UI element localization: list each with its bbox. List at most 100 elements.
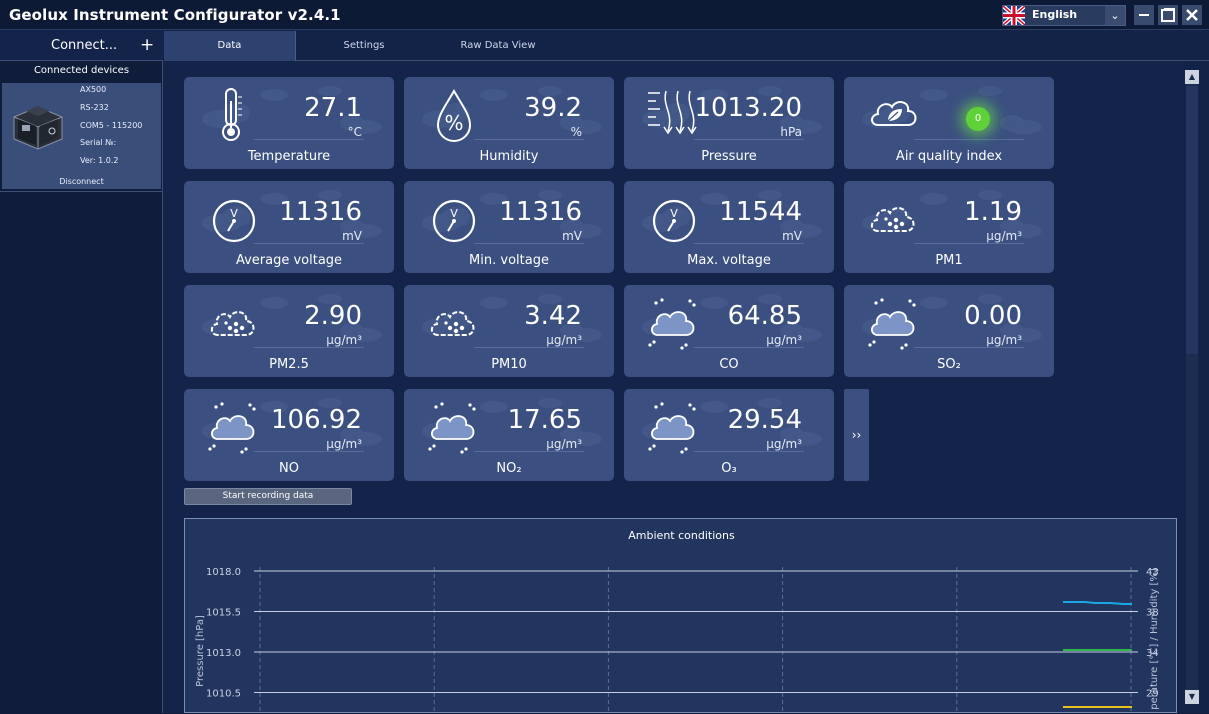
tile-label: NO₂	[496, 461, 522, 476]
gas-cloud-icon	[206, 399, 262, 455]
tile-unit: hPa	[780, 125, 802, 139]
voltmeter-icon: V	[426, 191, 482, 247]
maximize-icon	[1161, 8, 1175, 22]
tile-so2: 0.00 μg/m³ SO₂	[844, 285, 1054, 377]
aqi-indicator: 0	[966, 107, 990, 131]
gas-cloud-icon	[866, 295, 922, 351]
minimize-icon	[1139, 14, 1149, 16]
tile-unit: μg/m³	[326, 437, 362, 451]
tile-value: 27.1	[304, 93, 362, 123]
tile-divider	[474, 139, 584, 140]
y2-axis-label: perature [°C] / Humidity [%]	[1149, 568, 1160, 710]
tile-unit: mV	[562, 229, 582, 243]
tile-unit: °C	[347, 125, 362, 139]
tab-raw-data-view[interactable]: Raw Data View	[446, 31, 550, 61]
tile-value: 39.2	[524, 93, 582, 123]
data-panel: 27.1 °C Temperature % 39.2% Humidity 1013.20…	[164, 62, 1184, 714]
tile-divider	[914, 139, 1024, 140]
device-port: COM5 - 115200	[80, 121, 143, 130]
tile-value: 2.90	[304, 301, 362, 331]
tile-unit: μg/m³	[986, 333, 1022, 347]
tile-label: PM10	[491, 357, 527, 372]
particle-cloud-icon	[866, 191, 922, 247]
tile-average-voltage: V 11316 mV Average voltage	[184, 181, 394, 273]
voltmeter-icon: V	[206, 191, 262, 247]
tab-data[interactable]: Data	[164, 31, 296, 61]
sidebar-divider	[0, 191, 163, 192]
minimize-button[interactable]	[1134, 5, 1154, 25]
vertical-scrollbar[interactable]: ▲ ▼	[1185, 68, 1199, 706]
tile-label: NO	[279, 461, 299, 476]
scroll-up-icon[interactable]: ▲	[1185, 70, 1199, 84]
device-model: AX500	[80, 85, 107, 94]
tile-value: 11544	[719, 197, 802, 227]
tile-label: Air quality index	[895, 149, 1003, 164]
tile-value: 17.65	[507, 405, 582, 435]
device-card[interactable]: AX500 RS-232 COM5 - 115200 Serial №: Ver…	[2, 83, 161, 189]
tile-divider	[254, 243, 364, 244]
tile-unit: mV	[782, 229, 802, 243]
voltmeter-icon: V	[646, 191, 702, 247]
tile-divider	[474, 243, 584, 244]
tile-pm2-5: 2.90 μg/m³ PM2.5	[184, 285, 394, 377]
connect-button[interactable]: Connect... +	[0, 31, 163, 61]
tile-divider	[694, 139, 804, 140]
tile-divider	[694, 451, 804, 452]
gas-cloud-icon	[646, 399, 702, 455]
tile-unit: μg/m³	[546, 333, 582, 347]
tile-divider	[694, 347, 804, 348]
tile-unit: μg/m³	[986, 229, 1022, 243]
tile-divider	[694, 243, 804, 244]
tile-pm10: 3.42 μg/m³ PM10	[404, 285, 614, 377]
scrollbar-thumb[interactable]	[1186, 86, 1198, 354]
more-tiles-button[interactable]: ››	[844, 389, 869, 481]
tab-bar: Data Settings Raw Data View	[164, 31, 1209, 61]
tab-settings[interactable]: Settings	[316, 31, 412, 61]
tile-label: PM2.5	[269, 357, 309, 372]
chevron-down-icon[interactable]: ⌄	[1105, 6, 1125, 25]
language-label: English	[1032, 8, 1078, 21]
maximize-button[interactable]	[1158, 5, 1178, 25]
y-tick-label: 1013.0	[206, 648, 241, 659]
window-title: Geolux Instrument Configurator v2.4.1	[9, 6, 341, 24]
device-version: Ver: 1.0.2	[80, 156, 119, 165]
tile-value: 0.00	[964, 301, 1022, 331]
device-interface: RS-232	[80, 103, 109, 112]
tile-air-quality-index: 0 Air quality index	[844, 77, 1054, 169]
tile-label: Max. voltage	[687, 253, 771, 268]
sensor-device-icon	[13, 106, 63, 150]
tile-no: 106.92 μg/m³ NO	[184, 389, 394, 481]
particle-cloud-icon	[206, 295, 262, 351]
add-connection-icon[interactable]: +	[140, 35, 154, 55]
tile-value: 11316	[279, 197, 362, 227]
leaf-cloud-icon	[866, 87, 922, 143]
tile-divider	[914, 347, 1024, 348]
tile-unit: μg/m³	[766, 437, 802, 451]
sidebar: Connect... + Connected devices AX500 RS-…	[0, 31, 163, 713]
svg-text:%: %	[444, 111, 463, 135]
uk-flag-icon	[1003, 6, 1025, 25]
tile-label: Average voltage	[235, 253, 343, 268]
language-select[interactable]: English ⌄	[1002, 5, 1126, 26]
y-tick-label: 1015.5	[206, 608, 241, 619]
tile-pressure: 1013.20 hPa Pressure	[624, 77, 834, 169]
close-button[interactable]	[1182, 5, 1202, 25]
scroll-down-icon[interactable]: ▼	[1185, 690, 1199, 704]
disconnect-button[interactable]: Disconnect	[2, 177, 161, 186]
tile-max-voltage: V 11544 mV Max. voltage	[624, 181, 834, 273]
y-tick-label: 1018.0	[206, 567, 241, 578]
tile-value: 29.54	[727, 405, 802, 435]
tile-humidity: % 39.2% Humidity	[404, 77, 614, 169]
tile-value: 11316	[499, 197, 582, 227]
tile-divider	[254, 451, 364, 452]
chart-plot: 1018.0 431015.5 381013.0 341010.5 29Pressure…	[195, 567, 1160, 714]
y-tick-label: 1010.5	[206, 689, 241, 700]
tile-pm1: 1.19 μg/m³ PM1	[844, 181, 1054, 273]
start-recording-button[interactable]: Start recording data	[184, 488, 352, 505]
svg-text:V: V	[450, 207, 458, 220]
connected-devices-heading: Connected devices	[33, 65, 130, 76]
gas-cloud-icon	[646, 295, 702, 351]
ambient-conditions-chart: Ambient conditions 1018.0 43 1015.5 38 1013.…	[184, 518, 1177, 714]
tile-unit: mV	[342, 229, 362, 243]
tile-unit: %	[570, 125, 582, 139]
